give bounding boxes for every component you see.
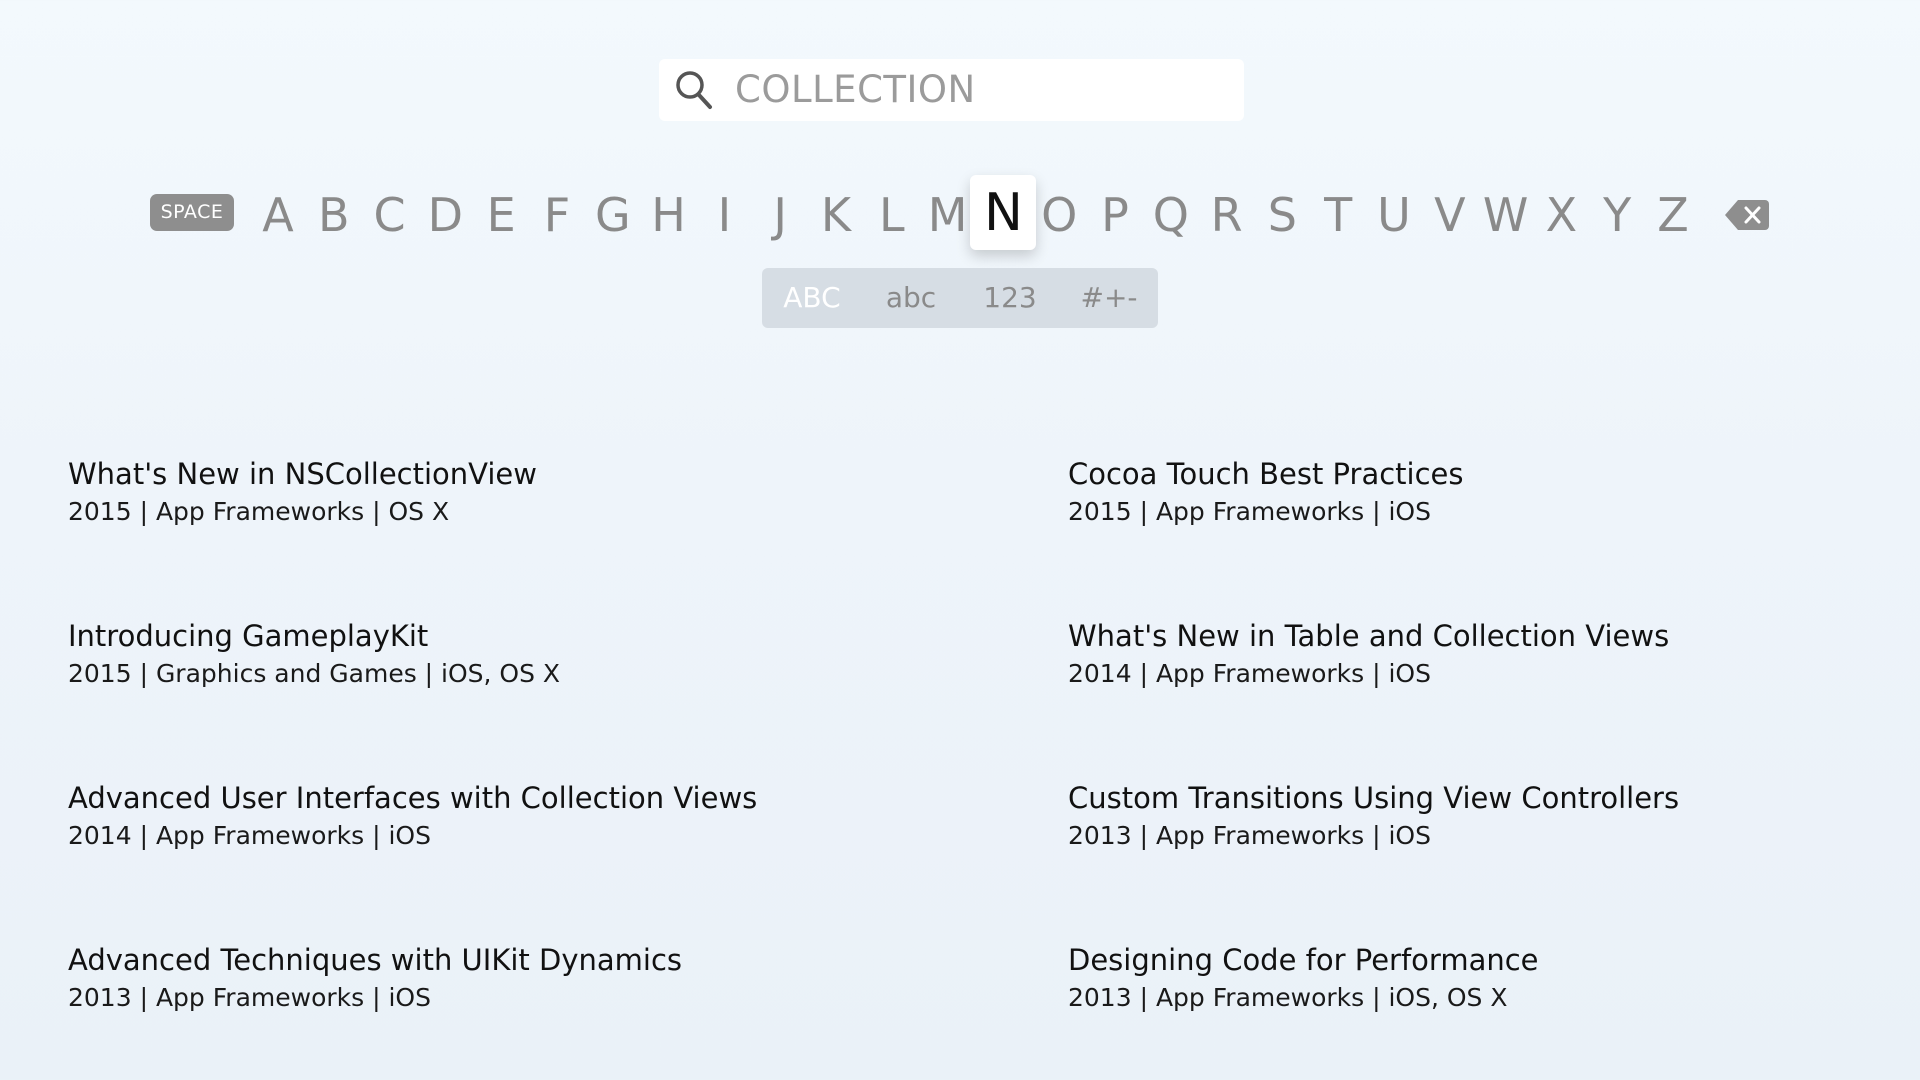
key-i[interactable]: I (696, 175, 752, 255)
result-meta: 2013 | App Frameworks | iOS (68, 983, 431, 1012)
key-b[interactable]: B (306, 175, 362, 255)
key-v[interactable]: V (1422, 175, 1478, 255)
result-title: What's New in Table and Collection Views (1068, 619, 1670, 653)
result-meta: 2013 | App Frameworks | iOS (1068, 821, 1431, 850)
key-r[interactable]: R (1199, 175, 1255, 255)
search-icon (674, 69, 714, 111)
search-field[interactable]: COLLECTION (659, 59, 1244, 121)
result-title: Advanced User Interfaces with Collection… (68, 781, 758, 815)
result-title: What's New in NSCollectionView (68, 457, 537, 491)
key-k[interactable]: K (808, 175, 864, 255)
result-meta: 2014 | App Frameworks | iOS (68, 821, 431, 850)
key-q[interactable]: Q (1143, 175, 1199, 255)
result-item[interactable]: Advanced User Interfaces with Collection… (68, 778, 948, 854)
key-w[interactable]: W (1478, 175, 1534, 255)
key-g[interactable]: G (585, 175, 641, 255)
result-title: Cocoa Touch Best Practices (1068, 457, 1464, 491)
key-z[interactable]: Z (1645, 175, 1701, 255)
result-title: Introducing GameplayKit (68, 619, 429, 653)
delete-backward-icon[interactable] (1724, 199, 1770, 231)
result-item[interactable]: Advanced Techniques with UIKit Dynamics … (68, 940, 948, 1016)
key-y[interactable]: Y (1589, 175, 1645, 255)
result-meta: 2015 | Graphics and Games | iOS, OS X (68, 659, 561, 688)
key-a[interactable]: A (250, 175, 306, 255)
letter-keyboard-row: ABCDEFGHIJKLMNOPQRSTUVWXYZ (0, 175, 1920, 255)
search-query-text: COLLECTION (735, 68, 976, 111)
key-t[interactable]: T (1310, 175, 1366, 255)
key-m[interactable]: M (920, 175, 976, 255)
key-c[interactable]: C (362, 175, 418, 255)
result-title: Designing Code for Performance (1068, 943, 1539, 977)
key-n[interactable]: N (970, 175, 1037, 250)
key-s[interactable]: S (1254, 175, 1310, 255)
key-j[interactable]: J (752, 175, 808, 255)
key-o[interactable]: O (1031, 175, 1087, 255)
result-meta: 2015 | App Frameworks | OS X (68, 497, 450, 526)
result-title: Custom Transitions Using View Controller… (1068, 781, 1680, 815)
result-meta: 2015 | App Frameworks | iOS (1068, 497, 1431, 526)
key-h[interactable]: H (641, 175, 697, 255)
key-f[interactable]: F (529, 175, 585, 255)
mode-tab[interactable]: abc (871, 268, 951, 328)
result-item[interactable]: What's New in NSCollectionView 2015 | Ap… (68, 454, 948, 530)
key-u[interactable]: U (1366, 175, 1422, 255)
mode-tab[interactable]: ABC (772, 268, 852, 328)
result-title: Advanced Techniques with UIKit Dynamics (68, 943, 682, 977)
key-e[interactable]: E (473, 175, 529, 255)
key-l[interactable]: L (864, 175, 920, 255)
mode-tab[interactable]: 123 (970, 268, 1050, 328)
key-x[interactable]: X (1533, 175, 1589, 255)
key-p[interactable]: P (1087, 175, 1143, 255)
keyboard-mode-selector: ABC abc 123 #+- (762, 268, 1158, 328)
result-meta: 2013 | App Frameworks | iOS, OS X (1068, 983, 1508, 1012)
result-item[interactable]: Cocoa Touch Best Practices 2015 | App Fr… (1068, 454, 1920, 530)
result-item[interactable]: Custom Transitions Using View Controller… (1068, 778, 1920, 854)
result-meta: 2014 | App Frameworks | iOS (1068, 659, 1431, 688)
result-item[interactable]: Introducing GameplayKit 2015 | Graphics … (68, 616, 948, 692)
key-d[interactable]: D (417, 175, 473, 255)
result-item[interactable]: What's New in Table and Collection Views… (1068, 616, 1920, 692)
result-item[interactable]: Designing Code for Performance 2013 | Ap… (1068, 940, 1920, 1016)
mode-tab[interactable]: #+- (1069, 268, 1149, 328)
